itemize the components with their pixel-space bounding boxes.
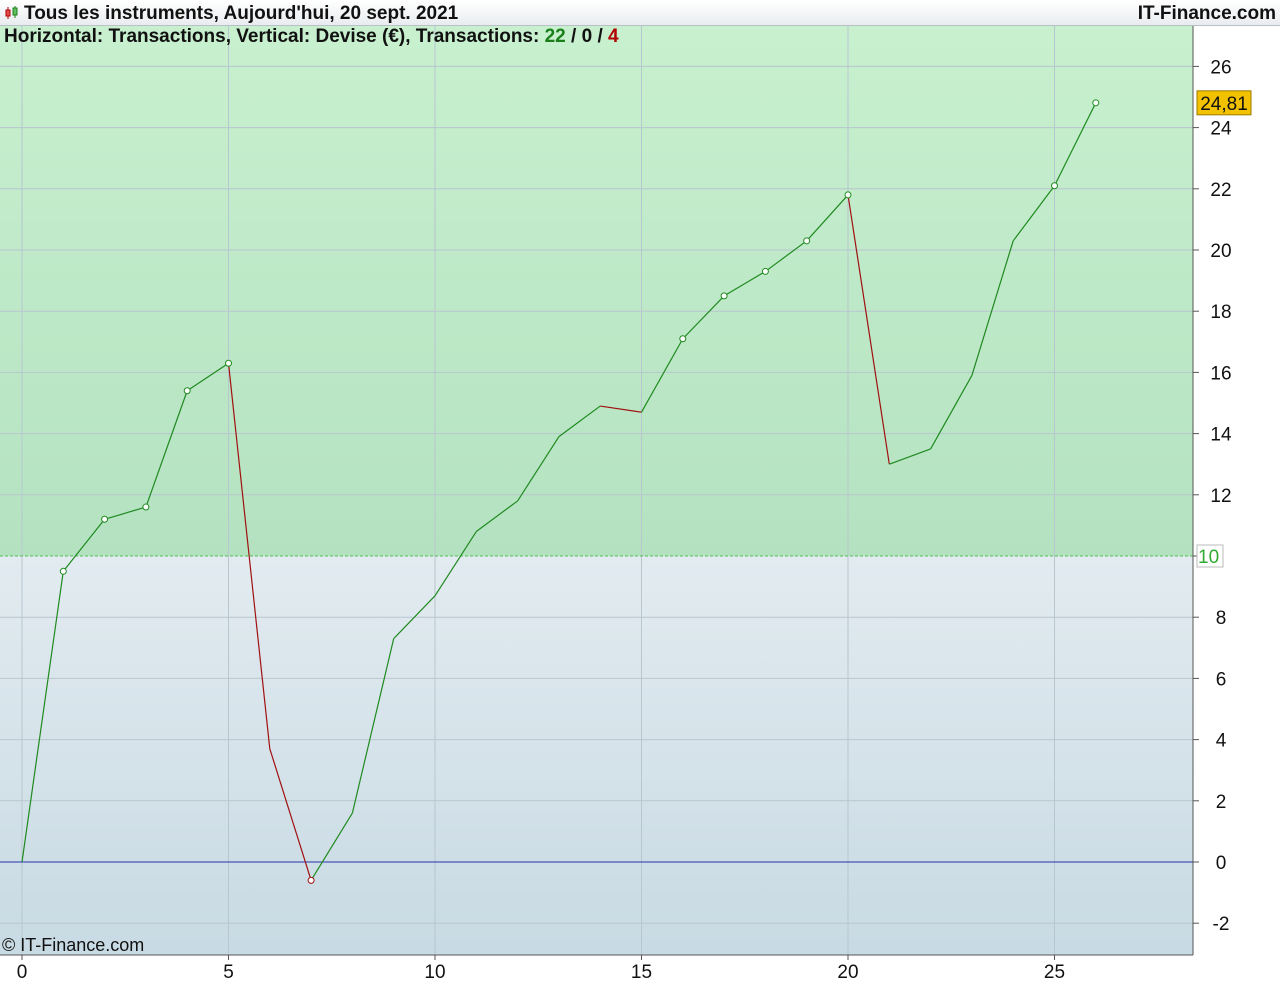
copyright-notice: © IT-Finance.com xyxy=(2,935,145,955)
y-tick-label: 20 xyxy=(1210,241,1231,262)
y-tick-label: 8 xyxy=(1216,608,1227,629)
y-tick-label: 24 xyxy=(1210,119,1232,140)
y-axis-panel xyxy=(1194,26,1280,985)
y-tick-label: 22 xyxy=(1210,180,1231,201)
data-point xyxy=(59,567,67,575)
loss-zone xyxy=(0,556,1193,955)
y-tick-label: 0 xyxy=(1216,853,1227,874)
data-point xyxy=(1051,182,1058,190)
last-value-label: 24,81 xyxy=(1200,94,1248,115)
equity-chart: -2024681012141618202224260 5 10 15 20 25 24,8… xyxy=(0,26,1280,985)
profit-zone xyxy=(0,26,1193,556)
data-point xyxy=(761,267,769,275)
y-tick-label: 12 xyxy=(1210,486,1231,507)
y-tick-label: 26 xyxy=(1210,57,1231,78)
x-tick-label: 5 xyxy=(223,962,234,983)
y-tick-label: 2 xyxy=(1216,792,1227,813)
x-tick-label: 15 xyxy=(631,962,652,983)
x-tick-label: 25 xyxy=(1044,962,1065,983)
data-point xyxy=(142,503,150,511)
winning-trades-count: 22 xyxy=(544,26,566,47)
x-tick-label: 0 xyxy=(17,962,28,983)
subtitle-text: Horizontal: Transactions, Vertical: Devi… xyxy=(4,26,545,47)
chart-subtitle: Horizontal: Transactions, Vertical: Devi… xyxy=(4,26,619,48)
y-tick-label: 6 xyxy=(1216,669,1227,690)
data-point xyxy=(101,515,109,523)
y-tick-label: 18 xyxy=(1210,302,1231,323)
losing-trades-count: 4 xyxy=(608,26,619,47)
y-tick-label: 16 xyxy=(1210,363,1231,384)
data-point xyxy=(844,191,852,199)
separator: / xyxy=(592,26,609,47)
neutral-trades-count: 0 xyxy=(581,26,593,47)
data-point xyxy=(720,292,728,300)
y-tick-label: -2 xyxy=(1213,914,1230,935)
data-point xyxy=(803,237,811,245)
separator: / xyxy=(565,26,582,47)
x-tick-label: 20 xyxy=(837,962,858,983)
y-tick-label: 4 xyxy=(1216,731,1227,752)
data-point xyxy=(225,359,232,367)
threshold-label: 10 xyxy=(1198,547,1219,568)
data-point xyxy=(679,335,687,343)
data-point xyxy=(1092,99,1100,107)
x-tick-label: 10 xyxy=(424,962,445,983)
data-point xyxy=(307,876,315,884)
y-tick-label: 14 xyxy=(1210,425,1232,446)
data-point xyxy=(183,387,191,395)
